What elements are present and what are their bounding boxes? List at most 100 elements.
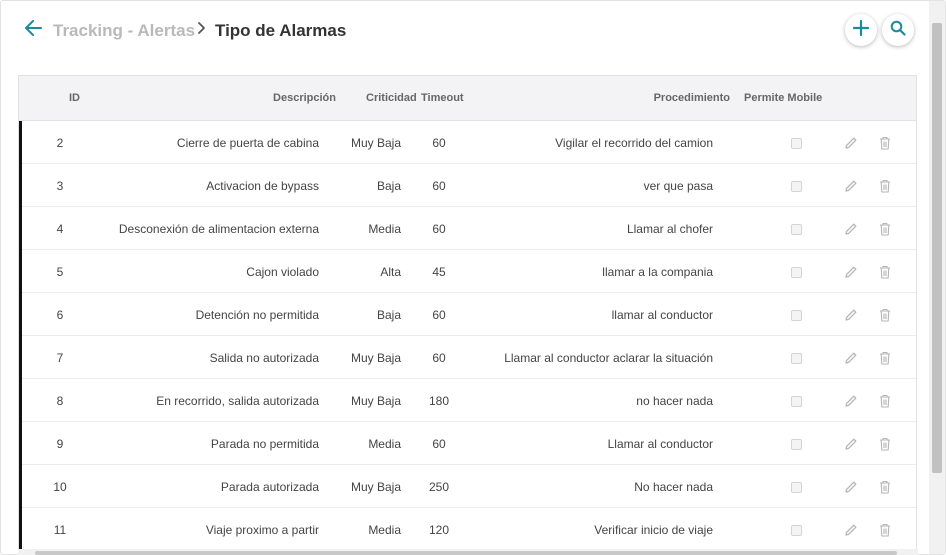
cell-procedimiento: llamar al conductor <box>611 308 713 322</box>
cell-id: 10 <box>53 480 67 494</box>
column-header-criticidad[interactable]: Criticidad <box>366 92 417 104</box>
table-row[interactable]: 8 En recorrido, salida autorizada Muy Ba… <box>19 379 916 422</box>
pencil-icon[interactable] <box>843 307 859 323</box>
pencil-icon[interactable] <box>843 393 859 409</box>
cell-criticidad: Baja <box>376 308 401 322</box>
cell-timeout: 120 <box>428 523 450 537</box>
arrow-left-icon <box>24 19 42 41</box>
cell-criticidad: Muy Baja <box>350 351 401 365</box>
pencil-icon[interactable] <box>843 522 859 538</box>
cell-procedimiento: no hacer nada <box>636 394 713 408</box>
cell-procedimiento: ver que pasa <box>643 179 713 193</box>
cell-criticidad: Muy Baja <box>350 480 401 494</box>
table-row[interactable]: 7 Salida no autorizada Muy Baja 60 Llama… <box>19 336 916 379</box>
vertical-scrollbar-thumb[interactable] <box>932 23 942 473</box>
pencil-icon[interactable] <box>843 479 859 495</box>
table-header: ID Descripción Criticidad Timeout Proced… <box>19 76 916 121</box>
table-row[interactable]: 10 Parada autorizada Muy Baja 250 No hac… <box>19 465 916 508</box>
permite-mobile-checkbox[interactable] <box>791 181 802 192</box>
trash-icon[interactable] <box>877 393 893 409</box>
pencil-icon[interactable] <box>843 264 859 280</box>
cell-descripcion: Cierre de puerta de cabina <box>176 136 319 150</box>
trash-icon[interactable] <box>877 479 893 495</box>
cell-timeout: 45 <box>432 265 446 279</box>
permite-mobile-checkbox[interactable] <box>791 224 802 235</box>
pencil-icon[interactable] <box>843 178 859 194</box>
permite-mobile-checkbox[interactable] <box>791 525 802 536</box>
page-header: Tracking - Alertas Tipo de Alarmas <box>1 1 931 61</box>
cell-criticidad: Media <box>368 437 401 451</box>
column-header-timeout[interactable]: Timeout <box>421 92 464 104</box>
cell-timeout: 60 <box>432 136 446 150</box>
cell-timeout: 180 <box>428 394 450 408</box>
permite-mobile-checkbox[interactable] <box>791 138 802 149</box>
cell-id: 11 <box>53 523 67 537</box>
page-title: Tipo de Alarmas <box>215 21 347 40</box>
search-button[interactable] <box>882 14 914 46</box>
cell-descripcion: Salida no autorizada <box>209 351 319 365</box>
cell-criticidad: Muy Baja <box>350 136 401 150</box>
table-row[interactable]: 4 Desconexión de alimentacion externa Me… <box>19 207 916 250</box>
cell-timeout: 60 <box>432 351 446 365</box>
chevron-right-icon <box>197 20 207 41</box>
cell-timeout: 60 <box>432 437 446 451</box>
cell-procedimiento: No hacer nada <box>634 480 713 494</box>
cell-descripcion: Parada no permitida <box>210 437 319 451</box>
trash-icon[interactable] <box>877 135 893 151</box>
pencil-icon[interactable] <box>843 135 859 151</box>
column-header-permite-mobile[interactable]: Permite Mobile <box>744 92 822 104</box>
permite-mobile-checkbox[interactable] <box>791 482 802 493</box>
permite-mobile-checkbox[interactable] <box>791 396 802 407</box>
cell-id: 3 <box>56 179 64 193</box>
cell-procedimiento: Llamar al chofer <box>626 222 713 236</box>
permite-mobile-checkbox[interactable] <box>791 439 802 450</box>
table-row[interactable]: 11 Viaje proximo a partir Media 120 Veri… <box>19 508 916 551</box>
cell-id: 7 <box>56 351 64 365</box>
cell-id: 6 <box>56 308 64 322</box>
cell-descripcion: Parada autorizada <box>220 480 319 494</box>
permite-mobile-checkbox[interactable] <box>791 267 802 278</box>
table-row[interactable]: 5 Cajon violado Alta 45 llamar a la comp… <box>19 250 916 293</box>
cell-criticidad: Media <box>368 523 401 537</box>
trash-icon[interactable] <box>877 264 893 280</box>
app-window: Tracking - Alertas Tipo de Alarmas ID De… <box>0 0 946 555</box>
trash-icon[interactable] <box>877 350 893 366</box>
trash-icon[interactable] <box>877 436 893 452</box>
back-button[interactable] <box>21 18 45 42</box>
cell-id: 4 <box>56 222 64 236</box>
trash-icon[interactable] <box>877 178 893 194</box>
cell-criticidad: Baja <box>376 179 401 193</box>
cell-criticidad: Media <box>368 222 401 236</box>
pencil-icon[interactable] <box>843 221 859 237</box>
cell-id: 9 <box>56 437 64 451</box>
plus-icon <box>852 19 870 41</box>
cell-timeout: 60 <box>432 308 446 322</box>
cell-id: 2 <box>56 136 64 150</box>
column-header-descripcion[interactable]: Descripción <box>273 92 336 104</box>
add-button[interactable] <box>845 14 877 46</box>
cell-descripcion: Viaje proximo a partir <box>205 523 319 537</box>
breadcrumb-parent[interactable]: Tracking - Alertas <box>53 21 195 41</box>
search-icon <box>890 20 906 41</box>
column-header-procedimiento[interactable]: Procedimiento <box>654 92 730 104</box>
permite-mobile-checkbox[interactable] <box>791 353 802 364</box>
column-header-id[interactable]: ID <box>69 92 80 104</box>
trash-icon[interactable] <box>877 221 893 237</box>
trash-icon[interactable] <box>877 522 893 538</box>
table-row[interactable]: 3 Activacion de bypass Baja 60 ver que p… <box>19 164 916 207</box>
cell-procedimiento: Vigilar el recorrido del camion <box>555 136 713 150</box>
horizontal-scrollbar-thumb[interactable] <box>35 551 897 555</box>
trash-icon[interactable] <box>877 307 893 323</box>
permite-mobile-checkbox[interactable] <box>791 310 802 321</box>
cell-timeout: 250 <box>428 480 450 494</box>
pencil-icon[interactable] <box>843 350 859 366</box>
pencil-icon[interactable] <box>843 436 859 452</box>
cell-criticidad: Muy Baja <box>350 394 401 408</box>
cell-timeout: 60 <box>432 222 446 236</box>
table-row[interactable]: 2 Cierre de puerta de cabina Muy Baja 60… <box>19 121 916 164</box>
cell-procedimiento: Verificar inicio de viaje <box>594 523 713 537</box>
cell-procedimiento: llamar a la compania <box>602 265 713 279</box>
cell-descripcion: Activacion de bypass <box>206 179 319 193</box>
table-row[interactable]: 9 Parada no permitida Media 60 Llamar al… <box>19 422 916 465</box>
table-row[interactable]: 6 Detención no permitida Baja 60 llamar … <box>19 293 916 336</box>
